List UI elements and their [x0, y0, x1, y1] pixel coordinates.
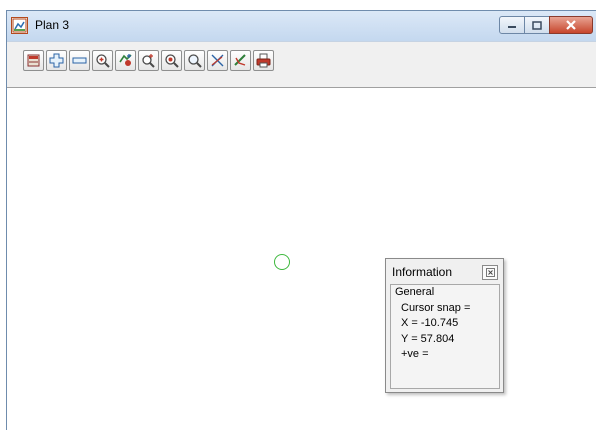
information-content: General Cursor snap = X = -10.745 Y = 57… — [390, 284, 500, 389]
window-title: Plan 3 — [35, 18, 70, 32]
zoom-extent-icon — [96, 54, 110, 68]
find-icon — [188, 54, 202, 68]
information-close-button[interactable] — [482, 265, 498, 280]
draw-tool-icon — [234, 54, 246, 66]
plot-layers-button[interactable] — [23, 50, 44, 71]
minimize-icon — [508, 26, 516, 28]
close-icon — [485, 268, 495, 277]
close-button[interactable] — [549, 16, 593, 34]
maximize-icon — [532, 20, 542, 30]
info-y-coordinate: Y = 57.804 — [401, 332, 455, 345]
zoom-in-plus-button[interactable] — [46, 50, 67, 71]
zoom-out-minus-button[interactable] — [69, 50, 90, 71]
info-ve: +ve = — [401, 348, 429, 360]
minimize-button[interactable] — [499, 16, 525, 34]
information-panel: Information General Cursor snap = X = -1… — [385, 258, 504, 393]
zoom-centre-icon — [165, 54, 179, 68]
plan-view-icon — [11, 17, 28, 34]
info-section-general: General — [395, 286, 435, 298]
pick-cross-button[interactable] — [207, 50, 228, 71]
zoom-window-icon — [142, 54, 155, 68]
plot-layers-icon — [27, 54, 40, 67]
info-cursor-snap: Cursor snap = — [401, 301, 471, 314]
plan-canvas[interactable]: Information General Cursor snap = X = -1… — [7, 87, 596, 430]
caption-buttons — [499, 16, 593, 36]
plan-window: Plan 3 Information General Cursor snap =… — [6, 10, 596, 430]
draw-tool-button[interactable] — [230, 50, 251, 71]
pick-cross-icon — [211, 54, 224, 67]
print-icon — [256, 53, 271, 68]
cursor-snap-marker — [274, 254, 290, 270]
zoom-window-button[interactable] — [138, 50, 159, 71]
close-icon — [566, 20, 576, 30]
information-panel-title: Information — [392, 265, 453, 279]
toolbar — [7, 41, 596, 87]
zoom-out-minus-icon — [72, 57, 87, 64]
print-button[interactable] — [253, 50, 274, 71]
title-bar[interactable]: Plan 3 — [7, 11, 596, 41]
find-button[interactable] — [184, 50, 205, 71]
maximize-button[interactable] — [524, 16, 550, 34]
info-x-coordinate: X = -10.745 — [401, 317, 459, 329]
zoom-centre-button[interactable] — [161, 50, 182, 71]
pan-icon — [119, 54, 132, 66]
zoom-in-plus-icon — [49, 53, 64, 68]
zoom-extent-button[interactable] — [92, 50, 113, 71]
pan-button[interactable] — [115, 50, 136, 71]
